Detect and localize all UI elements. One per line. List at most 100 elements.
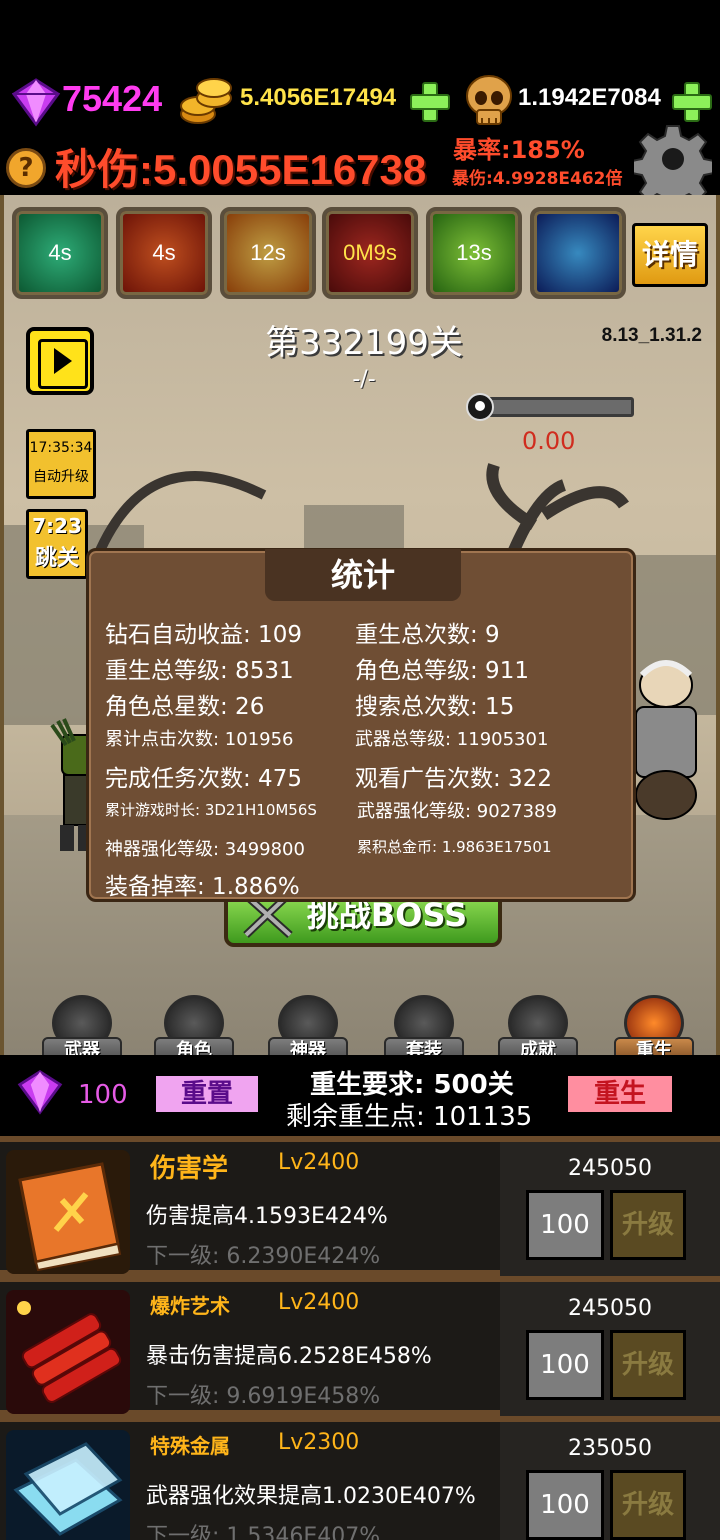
stat-item: 重生总等级: 8531 bbox=[105, 658, 294, 684]
stat-item: 神器强化等级: 3499800 bbox=[105, 839, 305, 860]
stat-item: 钻石自动收益: 109 bbox=[105, 622, 302, 648]
upgrade-next: 下一级: 9.6919E458% bbox=[146, 1384, 381, 1409]
add-soul-button[interactable] bbox=[670, 80, 712, 122]
upgrade-amount-button[interactable]: 100 bbox=[526, 1190, 604, 1260]
tab-label: 角色 bbox=[154, 1037, 234, 1055]
stat-item: 累计点击次数: 101956 bbox=[105, 729, 294, 750]
rebirth-gem-count: 100 bbox=[78, 1080, 128, 1110]
upgrade-button[interactable]: 升级 bbox=[610, 1330, 686, 1400]
boss-hp-bar bbox=[470, 397, 634, 417]
tab-label: 武器 bbox=[42, 1037, 122, 1055]
rebirth-button[interactable]: 重生 bbox=[568, 1076, 672, 1112]
upgrade-effect: 暴击伤害提高6.2528E458% bbox=[146, 1344, 432, 1369]
gear-icon[interactable] bbox=[634, 120, 712, 198]
help-icon[interactable]: ? bbox=[6, 148, 46, 188]
stat-item: 搜索总次数: 15 bbox=[355, 694, 515, 720]
damage-book-icon bbox=[6, 1150, 130, 1274]
skill-cooldown: 12s bbox=[224, 211, 312, 295]
tab-label: 成就 bbox=[498, 1037, 578, 1055]
soul-amount: 1.1942E7084 bbox=[518, 84, 661, 111]
upgrade-cost: 245050 bbox=[568, 1296, 652, 1321]
reset-button[interactable]: 重置 bbox=[156, 1076, 258, 1112]
bottom-nav: 武器 角色 神器 套装 成就 重生 bbox=[4, 985, 716, 1055]
upgrade-level: Lv2300 bbox=[278, 1430, 360, 1455]
skill-3-button[interactable]: 12s bbox=[220, 207, 316, 299]
upgrade-list[interactable]: 伤害学 Lv2400 伤害提高4.1593E424% 下一级: 6.2390E4… bbox=[0, 1136, 720, 1540]
diamond-icon bbox=[11, 78, 61, 127]
list-item: 特殊金属 Lv2300 武器强化效果提高1.0230E407% 下一级: 1.5… bbox=[0, 1416, 720, 1540]
tab-rebirth[interactable]: 重生 bbox=[614, 995, 694, 1055]
upgrade-controls: 245050 100 升级 bbox=[500, 1142, 720, 1276]
resource-row: 75424 5.4056E17494 1.1942E7084 bbox=[0, 70, 720, 130]
skill-5-button[interactable]: 13s bbox=[426, 207, 522, 299]
stats-title: 统计 bbox=[265, 549, 461, 601]
skill-6-button[interactable] bbox=[530, 207, 626, 299]
add-gold-button[interactable] bbox=[408, 80, 450, 122]
tab-characters[interactable]: 角色 bbox=[154, 995, 234, 1055]
upgrade-level: Lv2400 bbox=[278, 1150, 360, 1175]
skill-cooldown: 0M9s bbox=[326, 211, 414, 295]
skill-cooldown: 4s bbox=[16, 211, 104, 295]
upgrade-amount-button[interactable]: 100 bbox=[526, 1470, 604, 1540]
diamond-count: 75424 bbox=[62, 78, 163, 119]
gold-amount: 5.4056E17494 bbox=[240, 84, 397, 111]
skill-cooldown: 4s bbox=[120, 211, 208, 295]
stat-item: 累计游戏时长: 3D21H10M56S bbox=[105, 801, 317, 819]
dps-row: ? 秒伤:5.0055E16738 暴率:185% 暴伤:4.9928E462倍 bbox=[0, 125, 720, 198]
tab-sets[interactable]: 套装 bbox=[384, 995, 464, 1055]
stat-item: 武器强化等级: 9027389 bbox=[357, 801, 557, 822]
stage-progress: -/- bbox=[352, 367, 376, 392]
upgrade-effect: 武器强化效果提高1.0230E407% bbox=[146, 1484, 476, 1509]
stat-item: 累积总金币: 1.9863E17501 bbox=[357, 838, 552, 856]
upgrade-controls: 245050 100 升级 bbox=[500, 1282, 720, 1416]
top-resource-bar: 75424 5.4056E17494 1.1942E7084 ? 秒伤:5.00… bbox=[0, 0, 720, 198]
stat-item: 装备掉率: 1.886% bbox=[105, 874, 300, 900]
skill-bar: 4s 4s 12s 0M9s 13s 详情 bbox=[4, 195, 716, 307]
stat-item: 观看广告次数: 322 bbox=[355, 766, 552, 792]
tab-label: 套装 bbox=[384, 1037, 464, 1055]
rebirth-bar: 100 重置 重生要求: 500关 剩余重生点: 101135 重生 bbox=[0, 1056, 720, 1136]
skill-cooldown bbox=[534, 211, 622, 295]
upgrade-next: 下一级: 1.5346E407% bbox=[146, 1524, 381, 1540]
stats-popup: 统计 钻石自动收益: 109 重生总次数: 9 重生总等级: 8531 角色总等… bbox=[86, 548, 636, 902]
stat-item: 角色总星数: 26 bbox=[105, 694, 265, 720]
details-button[interactable]: 详情 bbox=[632, 223, 708, 287]
tab-label: 神器 bbox=[268, 1037, 348, 1055]
upgrade-cost: 245050 bbox=[568, 1156, 652, 1181]
skip-stage-label: 跳关 bbox=[34, 546, 79, 571]
diamond-icon bbox=[17, 1070, 63, 1115]
crit-rate: 暴率:185% bbox=[453, 136, 585, 164]
upgrade-effect: 伤害提高4.1593E424% bbox=[146, 1204, 388, 1229]
skip-stage-button[interactable]: 7:23 跳关 bbox=[26, 509, 88, 579]
upgrade-next: 下一级: 6.2390E424% bbox=[146, 1244, 381, 1269]
boss-character bbox=[635, 660, 697, 820]
metal-plates-icon bbox=[6, 1430, 130, 1540]
version-label: 8.13_1.31.2 bbox=[601, 325, 702, 346]
list-item: 伤害学 Lv2400 伤害提高4.1593E424% 下一级: 6.2390E4… bbox=[0, 1136, 720, 1276]
stat-item: 重生总次数: 9 bbox=[355, 622, 500, 648]
skill-4-button[interactable]: 0M9s bbox=[322, 207, 418, 299]
upgrade-button[interactable]: 升级 bbox=[610, 1470, 686, 1540]
upgrade-cost: 235050 bbox=[568, 1436, 652, 1461]
stat-item: 武器总等级: 11905301 bbox=[355, 729, 549, 750]
auto-upgrade-button[interactable]: 17:35:34 自动升级 bbox=[26, 429, 96, 499]
auto-upgrade-label: 自动升级 bbox=[33, 469, 89, 485]
stat-item: 完成任务次数: 475 bbox=[105, 766, 302, 792]
dps-value: 秒伤:5.0055E16738 bbox=[55, 146, 427, 193]
upgrade-level: Lv2400 bbox=[278, 1290, 360, 1315]
rebirth-points: 剩余重生点: 101135 bbox=[286, 1102, 533, 1132]
upgrade-name: 特殊金属 bbox=[150, 1434, 230, 1458]
skill-2-button[interactable]: 4s bbox=[116, 207, 212, 299]
tab-weapons[interactable]: 武器 bbox=[42, 995, 122, 1055]
upgrade-name: 爆炸艺术 bbox=[150, 1294, 230, 1318]
stat-item: 角色总等级: 911 bbox=[355, 658, 529, 684]
skull-icon bbox=[466, 75, 512, 125]
tab-achievements[interactable]: 成就 bbox=[498, 995, 578, 1055]
upgrade-amount-button[interactable]: 100 bbox=[526, 1330, 604, 1400]
list-item: 爆炸艺术 Lv2400 暴击伤害提高6.2528E458% 下一级: 9.691… bbox=[0, 1276, 720, 1416]
crit-damage: 暴伤:4.9928E462倍 bbox=[452, 169, 623, 189]
skill-1-button[interactable]: 4s bbox=[12, 207, 108, 299]
tab-artifacts[interactable]: 神器 bbox=[268, 995, 348, 1055]
skill-cooldown: 13s bbox=[430, 211, 518, 295]
upgrade-button[interactable]: 升级 bbox=[610, 1190, 686, 1260]
